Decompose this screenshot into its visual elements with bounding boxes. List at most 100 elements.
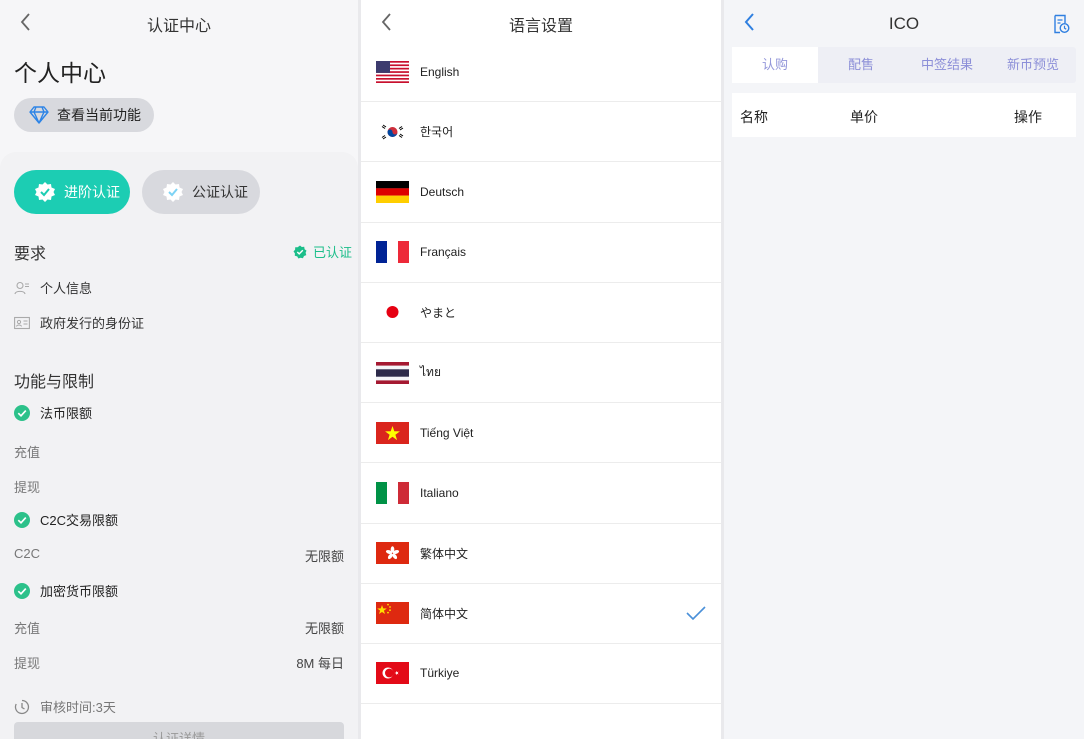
language-item-korean[interactable]: 한국어 [361, 102, 721, 163]
crypto-limit-label: 加密货币限额 [40, 584, 119, 599]
verified-status: 已认证 [293, 242, 352, 261]
language-item-english[interactable]: English [361, 42, 721, 103]
row-label: 提现 [14, 480, 41, 495]
crypto-deposit-row: 充值 无限额 [14, 618, 344, 637]
vn-flag-icon [376, 421, 409, 444]
language-item-traditional-chinese[interactable]: 繁体中文 [361, 524, 721, 584]
requirement-label: 政府发行的身份证 [40, 316, 145, 331]
fiat-withdraw-row: 提现 [14, 477, 344, 496]
language-item-french[interactable]: Français [361, 223, 721, 283]
row-label: 提现 [14, 656, 41, 671]
records-button[interactable] [1052, 14, 1070, 34]
tab-placement[interactable]: 配售 [818, 47, 904, 83]
ico-panel: ICO 认购 配售 中签结果 新币预览 名称 单价 操作 [724, 0, 1084, 739]
requirements-title: 要求 [14, 246, 47, 263]
timer-icon [14, 699, 30, 714]
id-card-icon [14, 316, 30, 329]
tab-notary-verification[interactable]: 公证认证 [142, 170, 260, 214]
fiat-limit-label: 法币限额 [40, 406, 93, 421]
badge-check-icon [35, 182, 55, 202]
language-label: ไทย [420, 365, 441, 380]
row-label: C2C [14, 546, 41, 561]
view-features-button[interactable]: 查看当前功能 [14, 98, 154, 132]
crypto-limit-heading: 加密货币限额 [14, 581, 118, 600]
review-time: 审核时间:3天 [14, 697, 116, 716]
c2c-limit-label: C2C交易限额 [40, 513, 119, 528]
jp-flag-icon [376, 301, 409, 324]
page-title: 语言设置 [508, 18, 573, 35]
personal-center-heading: 个人中心 [14, 60, 106, 86]
fiat-limit-heading: 法币限额 [14, 403, 92, 422]
row-value: 无限额 [304, 621, 344, 636]
language-label: やまと [420, 305, 457, 320]
requirement-personal-info: 个人信息 [14, 278, 92, 297]
de-flag-icon [376, 180, 409, 203]
requirement-id-card: 政府发行的身份证 [14, 313, 144, 332]
ico-tabs: 认购 配售 中签结果 新币预览 [732, 47, 1076, 83]
check-circle-icon [14, 404, 30, 421]
language-item-japanese[interactable]: やまと [361, 283, 721, 343]
it-flag-icon [376, 481, 409, 504]
row-value: 无限额 [304, 549, 344, 564]
language-label: Tiếng Việt [420, 425, 474, 440]
language-label: Français [420, 245, 467, 260]
verified-label: 已认证 [312, 245, 352, 260]
kr-flag-icon [376, 120, 409, 143]
tab-lottery-result[interactable]: 中签结果 [904, 47, 990, 83]
cn-flag-icon [376, 602, 409, 625]
language-label: 简体中文 [420, 606, 469, 621]
language-item-simplified-chinese[interactable]: 简体中文 [361, 584, 721, 644]
tab-advanced-verification[interactable]: 进阶认证 [14, 170, 130, 214]
verification-detail-button[interactable]: 认证详情 [14, 722, 344, 739]
th-flag-icon [376, 361, 409, 384]
view-features-label: 查看当前功能 [57, 107, 141, 123]
row-label: 充值 [14, 621, 41, 636]
language-label: Italiano [420, 485, 459, 500]
requirement-label: 个人信息 [40, 281, 93, 296]
hk-flag-icon [376, 542, 409, 565]
diamond-icon [29, 106, 49, 124]
review-time-label: 审核时间:3天 [40, 700, 116, 715]
check-circle-icon [14, 511, 30, 528]
language-item-vietnamese[interactable]: Tiếng Việt [361, 403, 721, 464]
language-topbar: 语言设置 [361, 0, 721, 44]
column-header-name: 名称 [740, 109, 768, 125]
tab-new-coin-preview[interactable]: 新币预览 [990, 47, 1076, 83]
verification-card: 进阶认证 公证认证 要求 已认证 个人信息 政府发行的身份证 功能与限制 法币限… [0, 152, 358, 739]
row-label: 充值 [14, 445, 41, 460]
c2c-row: C2C 无限额 [14, 546, 344, 564]
fr-flag-icon [376, 241, 409, 264]
fiat-deposit-row: 充值 [14, 442, 344, 461]
language-label: 繁体中文 [420, 546, 469, 561]
language-label: 한국어 [420, 125, 454, 140]
badge-check-icon [163, 182, 183, 202]
column-header-price: 单价 [850, 109, 878, 125]
verified-check-icon [293, 245, 307, 258]
language-label: Türkiye [420, 666, 460, 681]
record-clock-icon [1054, 14, 1070, 34]
user-icon [14, 281, 29, 294]
ico-topbar: ICO [724, 0, 1084, 44]
limits-title: 功能与限制 [14, 374, 95, 391]
tab-notary-label: 公证认证 [192, 184, 248, 200]
ico-table-header: 名称 单价 操作 [732, 93, 1076, 137]
auth-topbar: 认证中心 [0, 0, 358, 44]
selected-check-icon [686, 606, 706, 620]
crypto-withdraw-row: 提现 8M 每日 [14, 653, 344, 672]
language-label: Deutsch [420, 184, 465, 199]
us-flag-icon [376, 60, 409, 83]
tab-advanced-label: 进阶认证 [64, 184, 120, 200]
language-item-german[interactable]: Deutsch [361, 162, 721, 223]
language-settings-panel: 语言设置 English 한국어 Deutsch Français やまと ไท… [361, 0, 721, 739]
check-circle-icon [14, 582, 30, 599]
page-title: ICO [888, 14, 920, 33]
language-list: English 한국어 Deutsch Français やまと ไทย Tiế… [361, 42, 721, 705]
language-item-thai[interactable]: ไทย [361, 343, 721, 404]
tr-flag-icon [376, 662, 409, 685]
language-item-turkish[interactable]: Türkiye [361, 644, 721, 705]
language-label: English [420, 64, 460, 79]
language-item-italian[interactable]: Italiano [361, 463, 721, 524]
row-value: 8M 每日 [296, 656, 344, 671]
tab-subscribe[interactable]: 认购 [732, 47, 818, 83]
page-title: 认证中心 [146, 18, 211, 35]
